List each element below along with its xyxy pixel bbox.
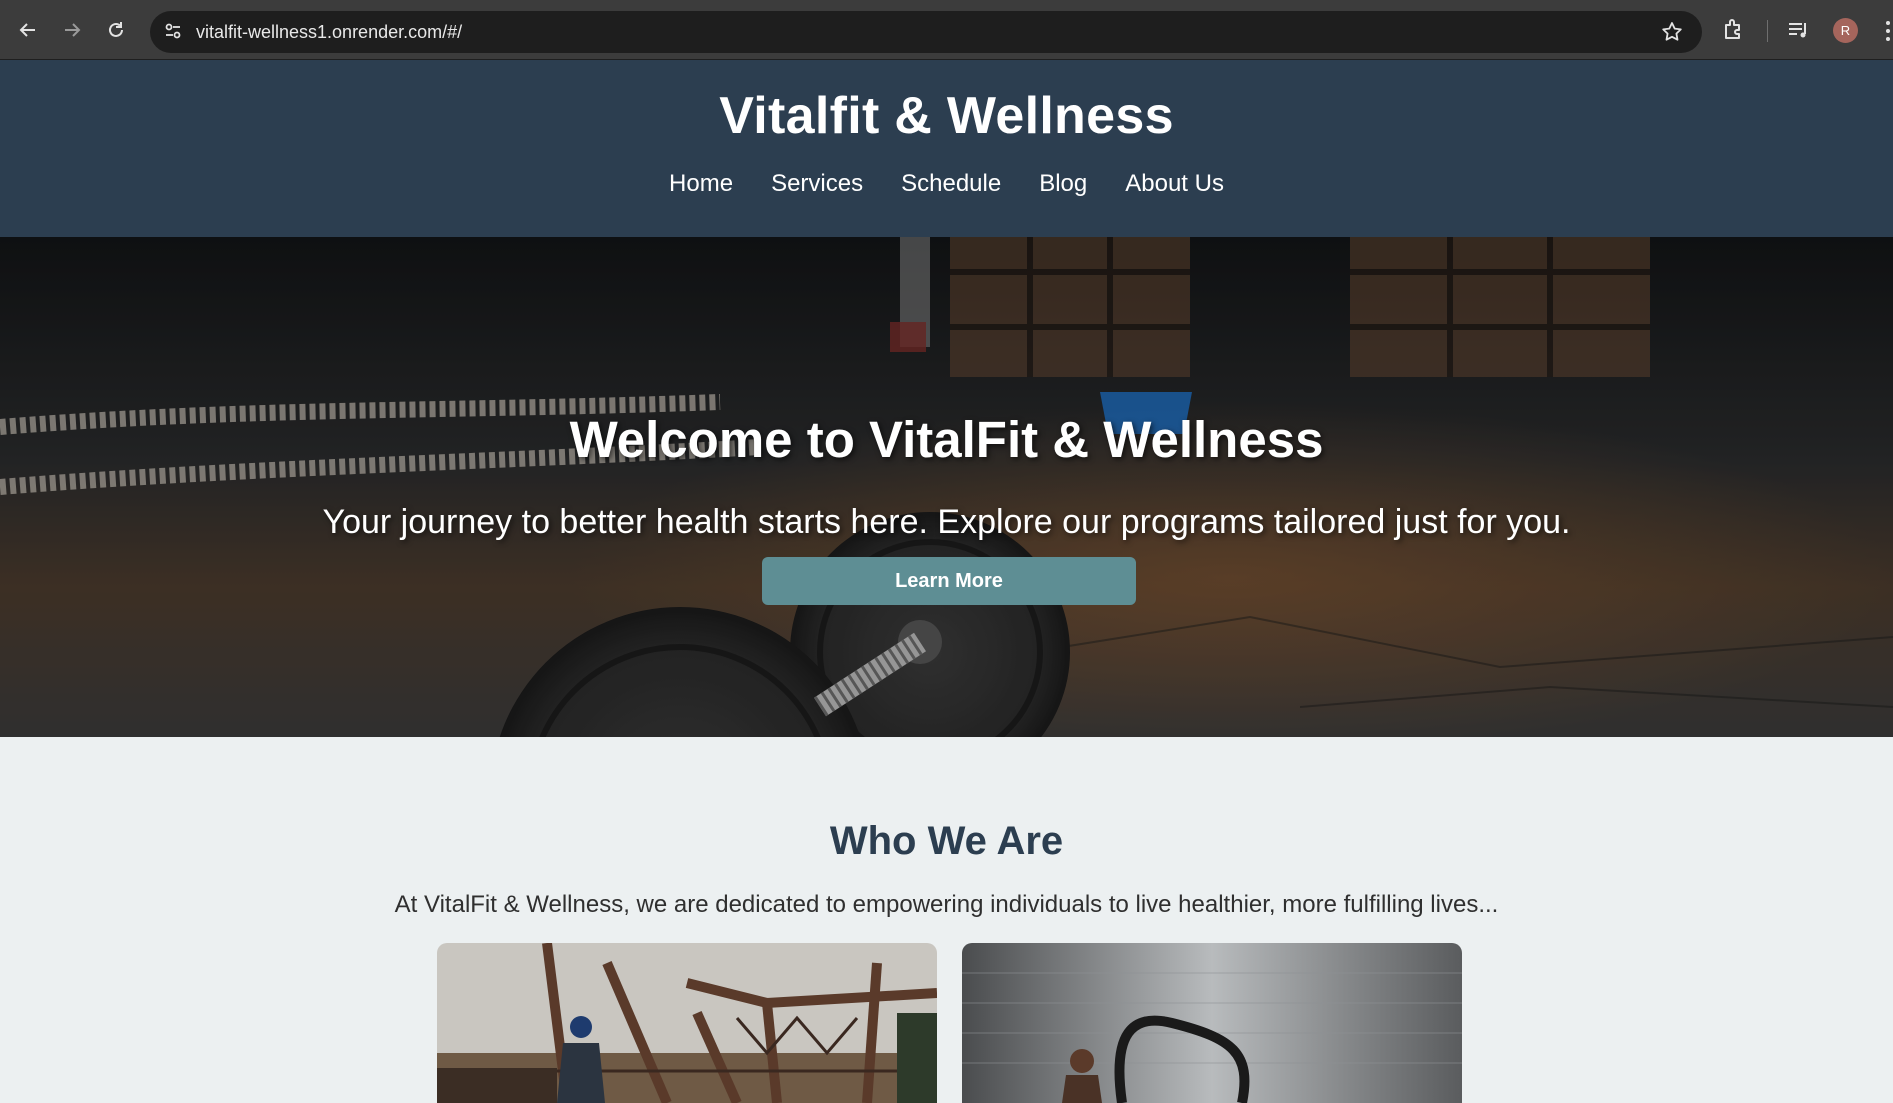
extensions-icon[interactable] <box>1721 16 1747 47</box>
site-title: Vitalfit & Wellness <box>719 87 1174 145</box>
site-header: Vitalfit & Wellness Home Services Schedu… <box>0 60 1893 237</box>
nav-link-schedule[interactable]: Schedule <box>901 170 1001 198</box>
browser-toolbar: vitalfit-wellness1.onrender.com/#/ R <box>0 0 1893 60</box>
more-menu-icon[interactable] <box>1884 20 1892 47</box>
address-bar[interactable]: vitalfit-wellness1.onrender.com/#/ <box>150 11 1702 53</box>
section-text: At VitalFit & Wellness, we are dedicated… <box>394 891 1499 918</box>
star-icon[interactable] <box>1660 20 1684 49</box>
media-control-icon[interactable] <box>1786 18 1810 47</box>
url-text[interactable]: vitalfit-wellness1.onrender.com/#/ <box>196 22 462 43</box>
hero-title: Welcome to VitalFit & Wellness <box>569 411 1324 468</box>
forward-arrow-icon[interactable] <box>56 14 88 46</box>
about-section: Who We Are At VitalFit & Wellness, we ar… <box>0 737 1893 1103</box>
nav-link-home[interactable]: Home <box>669 170 733 198</box>
hero-content: Welcome to VitalFit & Wellness Your jour… <box>0 237 1893 737</box>
profile-avatar[interactable]: R <box>1833 18 1858 43</box>
section-heading: Who We Are <box>829 819 1064 863</box>
learn-more-button[interactable]: Learn More <box>762 557 1136 605</box>
main-nav: Home Services Schedule Blog About Us <box>0 170 1893 198</box>
about-image-card <box>437 943 937 1103</box>
hero-subtitle: Your journey to better health starts her… <box>322 503 1571 541</box>
bridge-runner-image <box>437 943 937 1103</box>
battle-rope-workout-image <box>962 943 1462 1103</box>
about-image-card <box>962 943 1462 1103</box>
back-arrow-icon[interactable] <box>12 14 44 46</box>
site-info-icon[interactable] <box>162 20 184 47</box>
nav-link-about-us[interactable]: About Us <box>1125 170 1224 198</box>
reload-icon[interactable] <box>100 14 132 46</box>
toolbar-divider <box>1767 20 1768 42</box>
nav-link-services[interactable]: Services <box>771 170 863 198</box>
hero-section: Welcome to VitalFit & Wellness Your jour… <box>0 237 1893 737</box>
nav-link-blog[interactable]: Blog <box>1039 170 1087 198</box>
